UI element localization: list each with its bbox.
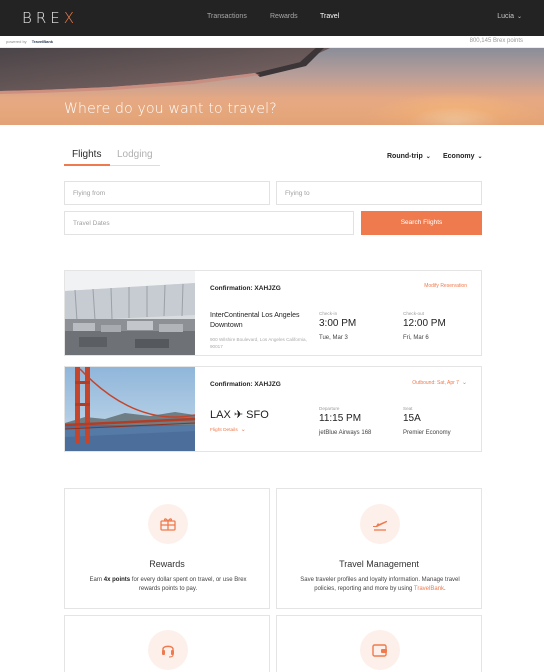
flight-reservation-card: Confirmation: XAHJZG Outbound: Sat, Apr … — [64, 366, 482, 452]
travel-management-title: Travel Management — [339, 559, 419, 569]
active-tab-indicator — [64, 164, 110, 166]
nav-link-rewards[interactable]: Rewards — [270, 13, 298, 20]
travelbank-logo: TravelBank — [31, 39, 54, 44]
user-name: Lucia — [497, 13, 514, 20]
support-tile — [64, 615, 270, 672]
chevron-down-icon: ⌄ — [425, 154, 431, 160]
departure-time: 11:15 PM — [319, 413, 362, 424]
rewards-desc-text: Earn — [89, 577, 104, 583]
flight-route: LAX ✈ SFO — [210, 408, 269, 421]
checkout-time: 12:00 PM — [403, 318, 446, 329]
flying-to-input[interactable]: Flying to — [276, 181, 482, 205]
airplane-icon: ✈ — [233, 409, 244, 421]
flight-details-toggle[interactable]: Flight Details ⌄ — [210, 426, 246, 433]
cabin-class: Premier Economy — [403, 430, 451, 436]
chevron-down-icon: ⌄ — [240, 427, 246, 433]
trip-type-value: Round-trip — [387, 153, 423, 160]
rewards-desc-text-end: for every dollar spent on travel, or use… — [130, 577, 247, 592]
partner-bar: powered by TravelBank 800,145 Brex points — [0, 36, 544, 48]
trip-type-select[interactable]: Round-trip ⌄ — [387, 153, 431, 160]
tab-divider — [110, 165, 160, 166]
brex-logo[interactable]: BREX — [22, 9, 78, 27]
travel-management-tile: Travel Management Save traveler profiles… — [276, 488, 482, 609]
travelbank-link[interactable]: TravelBank — [414, 586, 444, 592]
cabin-class-value: Economy — [443, 153, 475, 160]
origin-airport: LAX — [210, 409, 231, 421]
checkin-time: 3:00 PM — [319, 318, 357, 329]
destination-airport: SFO — [246, 409, 269, 421]
hotel-reservation-card: Confirmation: XAHJZG Modify Reservation … — [64, 270, 482, 356]
hero-title: Where do you want to travel? — [64, 101, 277, 117]
rewards-description: Earn 4x points for every dollar spent on… — [80, 576, 256, 594]
powered-by: powered by TravelBank — [6, 39, 53, 44]
flying-from-input[interactable]: Flying from — [64, 181, 270, 205]
nav-link-transactions[interactable]: Transactions — [207, 13, 247, 20]
plane-takeoff-icon — [360, 504, 400, 544]
user-menu[interactable]: Lucia ⌄ — [497, 13, 522, 20]
wallet-icon — [360, 630, 400, 670]
flight-number: jetBlue Airways 168 — [319, 430, 372, 436]
points-balance: 800,145 Brex points — [469, 38, 523, 44]
flight-details-label: Flight Details — [210, 428, 238, 433]
top-nav: BREX Transactions Rewards Travel Lucia ⌄ — [0, 0, 544, 36]
rewards-desc-highlight: 4x points — [103, 577, 131, 583]
rewards-tile: Rewards Earn 4x points for every dollar … — [64, 488, 270, 609]
chevron-down-icon: ⌄ — [477, 154, 483, 160]
payments-tile — [276, 615, 482, 672]
hotel-name: InterContinental Los Angeles Downtown — [210, 312, 300, 329]
chevron-down-icon: ⌄ — [516, 14, 522, 20]
cabin-class-select[interactable]: Economy ⌄ — [443, 153, 483, 160]
outbound-date: Outbound: Sat, Apr 7 — [412, 380, 459, 386]
checkin-date: Tue, Mar 3 — [319, 335, 348, 341]
travel-desc-text-end: . — [444, 586, 446, 592]
flight-confirmation: Confirmation: XAHJZG — [210, 381, 281, 388]
tab-lodging[interactable]: Lodging — [117, 149, 153, 160]
hotel-address: 900 Wilshire Boulevard, Los Angeles Cali… — [210, 337, 307, 349]
powered-by-label: powered by — [6, 39, 27, 44]
search-flights-button[interactable]: Search Flights — [361, 211, 482, 235]
golden-gate-photo — [65, 367, 195, 451]
hotel-lobby-photo — [65, 271, 195, 355]
modify-reservation-link[interactable]: Modify Reservation — [424, 283, 467, 289]
tab-flights[interactable]: Flights — [72, 149, 101, 160]
checkin-label: Check-in — [319, 311, 338, 316]
headset-icon — [148, 630, 188, 670]
checkout-date: Fri, Mar 6 — [403, 335, 429, 341]
nav-link-travel[interactable]: Travel — [320, 13, 339, 20]
rewards-title: Rewards — [149, 559, 185, 569]
outbound-date-dropdown[interactable]: Outbound: Sat, Apr 7 ⌄ — [412, 379, 467, 386]
travel-dates-input[interactable]: Travel Dates — [64, 211, 354, 235]
seat-number: 15A — [403, 413, 421, 424]
checkout-label: Check-out — [403, 311, 424, 316]
chevron-down-icon: ⌄ — [461, 380, 467, 386]
gift-icon — [148, 504, 188, 544]
hotel-confirmation: Confirmation: XAHJZG — [210, 285, 281, 292]
seat-label: Seat — [403, 406, 413, 411]
departure-label: Departure — [319, 406, 340, 411]
travel-management-description: Save traveler profiles and loyalty infor… — [292, 576, 468, 594]
